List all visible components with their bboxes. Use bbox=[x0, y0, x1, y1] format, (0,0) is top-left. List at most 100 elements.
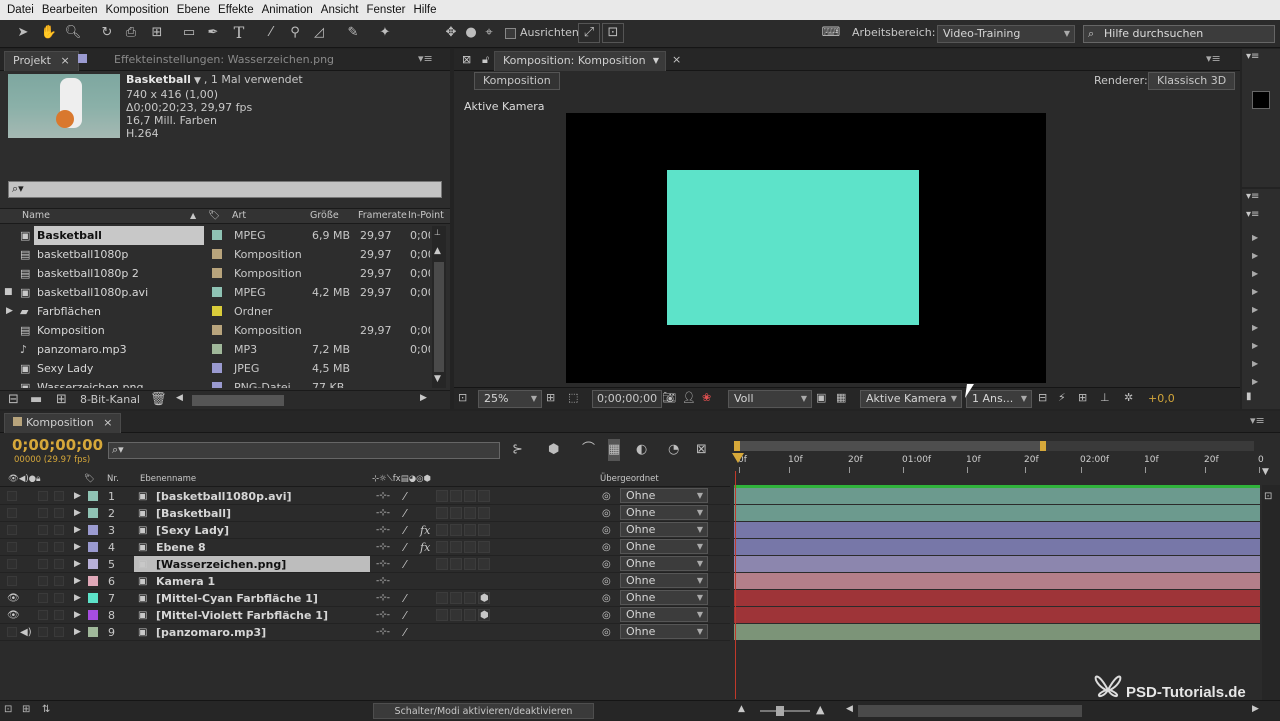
transfer-controls-icon[interactable]: ⊞ bbox=[22, 699, 30, 721]
switch-cell[interactable] bbox=[464, 524, 476, 536]
quality-switch-icon[interactable]: ⁄ bbox=[404, 590, 406, 607]
expand-panel-arrow-icon[interactable]: ▶ bbox=[1252, 341, 1258, 350]
layer-row[interactable]: ▶ 4 ▣ Ebene 8 -⊹- ⁄ fx ◎ Ohne bbox=[0, 539, 730, 556]
switch-cell[interactable] bbox=[450, 490, 462, 502]
quality-switch-icon[interactable]: ⁄ bbox=[404, 488, 406, 505]
resolution-dropdown[interactable]: Voll bbox=[728, 390, 812, 408]
zoom-tool-icon[interactable]: 🔍︎ bbox=[62, 22, 84, 44]
layer-name[interactable]: [basketball1080p.avi] bbox=[156, 488, 292, 505]
parent-dropdown[interactable]: Ohne bbox=[620, 573, 708, 588]
col-name[interactable]: Name bbox=[22, 209, 50, 223]
expand-arrow-icon[interactable]: ▶ bbox=[74, 590, 81, 607]
switch-cell[interactable] bbox=[436, 541, 448, 553]
project-item[interactable]: ▶ ▰ Farbflächen Ordner bbox=[0, 302, 430, 321]
toggle-switches-modes-button[interactable]: Schalter/Modi aktivieren/deaktivieren bbox=[373, 703, 594, 719]
brush-tool-icon[interactable]: ⁄ bbox=[260, 22, 282, 44]
switch-cell[interactable] bbox=[464, 507, 476, 519]
tab-timeline[interactable]: Komposition × bbox=[4, 413, 122, 433]
current-time-display[interactable]: 0;00;00;00 bbox=[592, 390, 663, 408]
shy-switch-icon[interactable]: -⊹- bbox=[376, 488, 390, 505]
pen-tool-icon[interactable]: ✒ bbox=[202, 22, 224, 44]
expand-panel-arrow-icon[interactable]: ▶ bbox=[1252, 287, 1258, 296]
safe-zones-icon[interactable]: ⊞ bbox=[546, 387, 555, 409]
shy-switch-icon[interactable]: -⊹- bbox=[376, 624, 390, 641]
shy-switch-icon[interactable]: -⊹- bbox=[376, 556, 390, 573]
visibility-toggle[interactable] bbox=[7, 508, 17, 518]
project-item[interactable]: ▣ Wasserzeichen.png PNG-Datei 77 KB bbox=[0, 378, 430, 388]
help-search-input[interactable]: ⌕ Hilfe durchsuchen bbox=[1083, 25, 1275, 43]
pickwhip-icon[interactable]: ◎ bbox=[602, 590, 611, 607]
work-area-end-handle[interactable] bbox=[1040, 441, 1046, 451]
solo-toggle[interactable] bbox=[38, 610, 48, 620]
expand-arrow-icon[interactable]: ▶ bbox=[74, 556, 81, 573]
switch-cell[interactable] bbox=[478, 507, 490, 519]
brainstorm-icon[interactable]: ◔ bbox=[668, 439, 679, 461]
pixel-aspect-icon[interactable]: ⊟ bbox=[1038, 387, 1047, 409]
quality-switch-icon[interactable]: ⁄ bbox=[404, 539, 406, 556]
layer-color-swatch[interactable] bbox=[88, 559, 98, 569]
visibility-toggle[interactable] bbox=[7, 576, 17, 586]
expand-panel-arrow-icon[interactable]: ▶ bbox=[1252, 233, 1258, 242]
layer-row[interactable]: ◀) ▶ 9 ▣ [panzomaro.mp3] -⊹- ⁄ ◎ Ohne bbox=[0, 624, 730, 641]
scroll-down-icon[interactable]: ▼ bbox=[434, 374, 441, 384]
timeline-search-input[interactable]: ⌕▾ bbox=[108, 442, 500, 459]
timeline-current-time[interactable]: 0;00;00;00 bbox=[12, 436, 103, 454]
rotate-tool-icon[interactable]: ↻ bbox=[96, 22, 118, 44]
expand-arrow-icon[interactable]: ▶ bbox=[74, 624, 81, 641]
layer-name[interactable]: Ebene 8 bbox=[156, 539, 206, 556]
switch-cell[interactable] bbox=[464, 490, 476, 502]
project-item[interactable]: ▣ Sexy Lady JPEG 4,5 MB bbox=[0, 359, 430, 378]
visibility-toggle[interactable] bbox=[7, 542, 17, 552]
lock-icon-2[interactable]: 🔓︎ bbox=[482, 53, 489, 67]
layer-duration-bar[interactable] bbox=[734, 488, 1260, 504]
pickwhip-icon[interactable]: ◎ bbox=[602, 522, 611, 539]
color-channel-icon[interactable]: ❀ bbox=[702, 387, 711, 409]
layer-duration-bar[interactable] bbox=[734, 556, 1260, 572]
menu-item-fenster[interactable]: Fenster bbox=[363, 0, 410, 20]
switch-cell[interactable] bbox=[464, 592, 476, 604]
fast-previews-icon[interactable]: ⚡︎ bbox=[1058, 387, 1066, 409]
trash-icon[interactable]: 🗑︎ bbox=[150, 389, 167, 411]
expand-arrow-icon[interactable]: ▶ bbox=[74, 607, 81, 624]
scroll-left-icon[interactable]: ◀ bbox=[846, 704, 853, 714]
scroll-left-icon[interactable]: ◀ bbox=[176, 393, 183, 403]
work-area-bar[interactable] bbox=[734, 441, 1254, 451]
label-color-swatch[interactable] bbox=[212, 268, 222, 278]
switch-cell[interactable] bbox=[436, 558, 448, 570]
zoom-in-icon[interactable]: ▲ bbox=[816, 703, 824, 716]
playhead-line[interactable] bbox=[735, 471, 736, 699]
lock-toggle[interactable] bbox=[54, 508, 64, 518]
project-item[interactable]: ▤ Komposition Komposition 29,97 0;00 bbox=[0, 321, 430, 340]
shy-switch-icon[interactable]: -⊹- bbox=[376, 607, 390, 624]
layer-name[interactable]: [Mittel-Cyan Farbfläche 1] bbox=[156, 590, 318, 607]
col-type[interactable]: Art bbox=[232, 209, 246, 223]
parent-dropdown[interactable]: Ohne bbox=[620, 624, 708, 639]
expand-arrow-icon[interactable]: ▶ bbox=[6, 302, 13, 321]
col-layer-name[interactable]: Ebenenname bbox=[140, 472, 196, 486]
reset-exposure-icon[interactable]: ✲ bbox=[1124, 387, 1133, 409]
shy-layers-icon[interactable]: ⌒ bbox=[582, 439, 595, 461]
chevron-down-icon[interactable]: ▼ bbox=[194, 76, 201, 86]
pickwhip-icon[interactable]: ◎ bbox=[602, 624, 611, 641]
shy-switch-icon[interactable]: -⊹- bbox=[376, 573, 390, 590]
in-out-icon[interactable]: ⇅ bbox=[42, 699, 50, 721]
menu-item-animation[interactable]: Animation bbox=[258, 0, 317, 20]
playhead-handle-icon[interactable] bbox=[732, 453, 744, 463]
panel-menu-icon[interactable]: ▾≡ bbox=[1246, 51, 1259, 62]
label-color-swatch[interactable] bbox=[212, 230, 222, 240]
solo-toggle[interactable] bbox=[38, 508, 48, 518]
expand-arrow-icon[interactable]: ▶ bbox=[74, 522, 81, 539]
switch-cell[interactable] bbox=[464, 609, 476, 621]
motion-blur-icon[interactable]: ◐ bbox=[636, 439, 647, 461]
panel-menu-icon[interactable]: ▾≡ bbox=[1246, 209, 1259, 220]
layer-name[interactable]: [Mittel-Violett Farbfläche 1] bbox=[156, 607, 328, 624]
view-axis-icon[interactable]: ⌖ bbox=[478, 22, 500, 44]
roto-brush-tool-icon[interactable]: ✎ bbox=[342, 22, 364, 44]
expand-panel-arrow-icon[interactable]: ▶ bbox=[1252, 359, 1258, 368]
expand-arrow-icon[interactable]: ▶ bbox=[74, 573, 81, 590]
pickwhip-icon[interactable]: ◎ bbox=[602, 505, 611, 522]
3d-layer-icon[interactable]: ⬢ bbox=[480, 590, 489, 607]
comp-button-icon[interactable]: ▼ bbox=[1262, 467, 1280, 481]
parent-dropdown[interactable]: Ohne bbox=[620, 590, 708, 605]
renderer-button[interactable]: Klassisch 3D bbox=[1148, 72, 1236, 90]
